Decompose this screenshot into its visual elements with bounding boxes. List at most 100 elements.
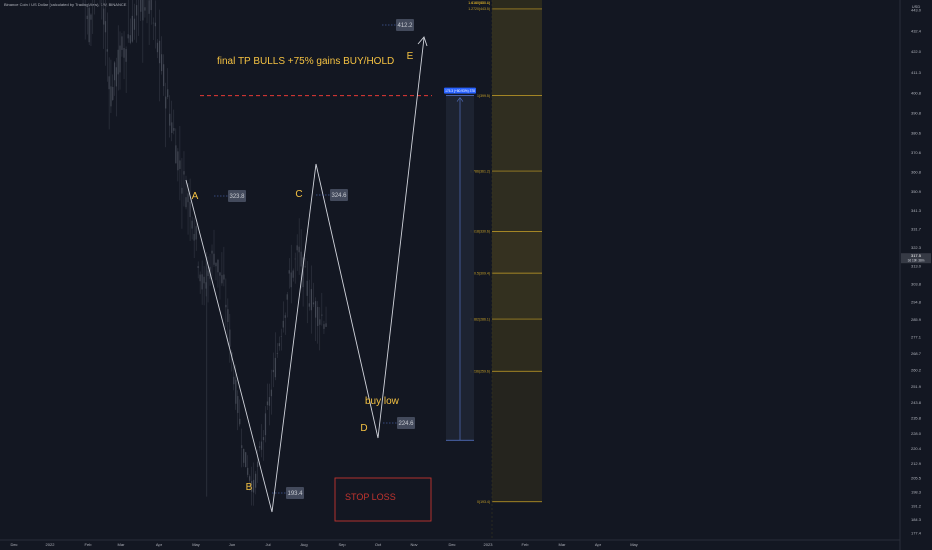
- y-tick-label: 341.3: [911, 208, 922, 213]
- current-price-value: 317.5: [911, 253, 922, 258]
- candle-body: [294, 258, 296, 260]
- candle-body: [300, 251, 302, 267]
- y-tick-label: 268.7: [911, 351, 922, 356]
- candle-body: [292, 270, 294, 278]
- price-axis-bg: [900, 0, 932, 550]
- x-tick-label: Dec: [10, 542, 17, 547]
- price-chart[interactable]: 443.0432.4422.0411.3400.8390.8380.6370.6…: [0, 0, 932, 550]
- x-tick-label: Feb: [522, 542, 530, 547]
- candle-body: [272, 369, 274, 373]
- y-tick-label: 350.9: [911, 189, 922, 194]
- y-tick-label: 220.4: [911, 446, 922, 451]
- candle-body: [191, 220, 193, 229]
- fib-band: [492, 171, 542, 232]
- candle-body: [185, 197, 187, 208]
- y-tick-label: 212.9: [911, 461, 922, 466]
- y-tick-label: 243.8: [911, 400, 922, 405]
- candle-body: [108, 76, 110, 90]
- candle-body: [150, 0, 152, 11]
- wave-arrowhead: [417, 36, 428, 47]
- x-tick-label: 2022: [46, 542, 56, 547]
- wave-letter-c: C: [295, 189, 302, 200]
- x-tick-label: Mar: [559, 542, 567, 547]
- candle-body: [264, 413, 267, 436]
- y-tick-label: 411.3: [911, 70, 921, 75]
- candle-body: [160, 54, 163, 72]
- buy-annotation: buy low: [365, 396, 400, 407]
- candle-body: [110, 86, 112, 107]
- candle-body: [175, 145, 177, 164]
- candle-body: [266, 401, 269, 406]
- candle-body: [290, 272, 292, 288]
- price-callout-b: 193.4: [287, 491, 303, 497]
- candle-body: [183, 171, 185, 175]
- fib-band: [492, 0, 542, 9]
- candle-body: [169, 113, 171, 126]
- candle-body: [135, 5, 138, 16]
- candle-body: [225, 304, 227, 308]
- candle-body: [125, 49, 127, 62]
- candle-body: [288, 270, 290, 274]
- candle-body: [156, 42, 159, 53]
- candle-body: [249, 476, 251, 481]
- candle-body: [235, 379, 237, 404]
- candle-body: [298, 246, 300, 253]
- candle-body: [197, 266, 199, 269]
- y-tick-label: 313.0: [911, 264, 922, 269]
- candle-body: [310, 289, 313, 311]
- x-tick-label: Feb: [85, 542, 93, 547]
- candle-body: [321, 314, 323, 316]
- candle-body: [276, 353, 278, 354]
- y-tick-label: 400.8: [911, 91, 922, 96]
- price-callout-a: 323.8: [229, 194, 245, 200]
- candle-body: [215, 262, 217, 267]
- y-tick-label: 380.6: [911, 130, 922, 135]
- y-tick-label: 251.9: [911, 384, 922, 389]
- fib-level-label: 0(193.4): [477, 500, 490, 504]
- candle-body: [233, 376, 235, 385]
- candle-body: [282, 320, 284, 328]
- candle-body: [177, 151, 179, 171]
- candle-body: [199, 274, 201, 282]
- wave-letter-a: A: [192, 191, 199, 202]
- candle-body: [253, 479, 255, 493]
- candle-body: [306, 280, 308, 296]
- candle-body: [254, 473, 257, 488]
- fib-band: [492, 319, 542, 372]
- candle-body: [227, 309, 229, 323]
- candle-body: [239, 418, 241, 425]
- candle-body: [211, 250, 213, 254]
- x-tick-label: May: [192, 542, 200, 547]
- candle-body: [140, 0, 142, 12]
- price-callout-e: 412.2: [397, 23, 413, 29]
- y-tick-label: 390.8: [911, 110, 922, 115]
- candle-body: [280, 336, 282, 337]
- x-tick-label: Mar: [118, 542, 126, 547]
- candle-body: [296, 245, 298, 251]
- candle-body: [247, 467, 249, 475]
- candle-body: [317, 306, 319, 326]
- y-tick-label: 303.8: [911, 282, 922, 287]
- candle-body: [123, 47, 125, 58]
- candle-body: [243, 448, 245, 463]
- candle-body: [245, 452, 247, 468]
- candle-body: [213, 253, 215, 265]
- candle-body: [256, 461, 259, 467]
- fib-band: [492, 8, 542, 96]
- candle-body: [121, 36, 123, 50]
- candle-body: [229, 329, 231, 347]
- y-tick-label: 198.3: [911, 490, 922, 495]
- candle-body: [179, 160, 181, 169]
- candle-body: [308, 303, 310, 307]
- candle-body: [286, 294, 288, 300]
- candle-body: [193, 233, 195, 241]
- fib-band: [492, 231, 542, 274]
- candle-body: [129, 35, 131, 43]
- candle-body: [268, 397, 271, 406]
- candle-body: [278, 343, 280, 347]
- candle-body: [284, 315, 286, 318]
- candle-body: [270, 389, 273, 397]
- x-tick-label: 2023: [484, 542, 494, 547]
- candle-body: [154, 22, 156, 27]
- candle-body: [158, 40, 161, 64]
